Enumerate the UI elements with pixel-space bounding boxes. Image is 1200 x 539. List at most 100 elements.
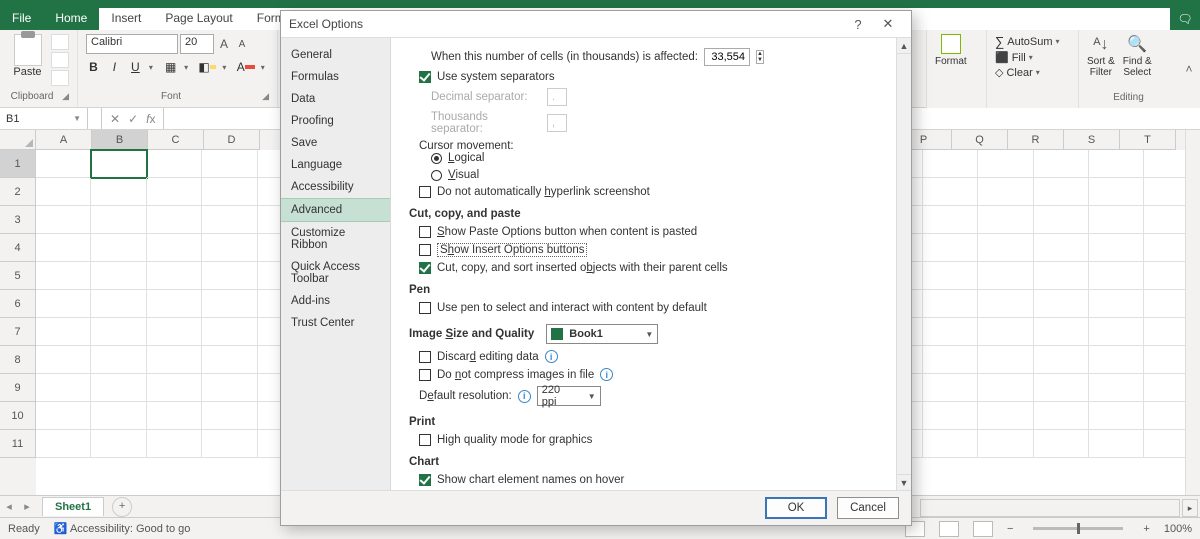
cell[interactable] — [1089, 402, 1144, 430]
collapse-ribbon-icon[interactable]: ˄ — [1178, 30, 1200, 108]
cell[interactable] — [202, 262, 257, 290]
cell[interactable] — [147, 178, 202, 206]
cell[interactable] — [978, 290, 1033, 318]
options-nav-item[interactable]: Accessibility — [281, 176, 390, 198]
options-nav-item[interactable]: Quick Access Toolbar — [281, 256, 390, 290]
cell[interactable] — [147, 290, 202, 318]
cursor-visual-radio[interactable] — [431, 170, 442, 181]
cell[interactable] — [1089, 430, 1144, 458]
options-nav-item[interactable]: Proofing — [281, 110, 390, 132]
find-select-button[interactable]: 🔍 Find & Select — [1123, 34, 1152, 78]
cell[interactable] — [1034, 374, 1089, 402]
column-header[interactable]: R — [1008, 130, 1064, 150]
options-nav-item[interactable]: Save — [281, 132, 390, 154]
cell[interactable] — [202, 206, 257, 234]
share-icon[interactable]: 🗨 — [1170, 8, 1200, 30]
options-nav-item[interactable]: Formulas — [281, 66, 390, 88]
options-nav-item[interactable]: General — [281, 44, 390, 66]
cell[interactable] — [1089, 150, 1144, 178]
cell[interactable] — [36, 150, 91, 178]
dialog-scrollbar[interactable]: ▲ ▼ — [896, 38, 911, 490]
paste-button[interactable]: Paste — [8, 34, 47, 86]
cell[interactable] — [923, 430, 978, 458]
cell[interactable] — [202, 318, 257, 346]
cut-copy-sort-checkbox[interactable] — [419, 262, 431, 274]
column-header[interactable]: C — [148, 130, 204, 150]
scroll-right-icon[interactable]: ▸ — [1182, 499, 1198, 517]
cell[interactable] — [978, 234, 1033, 262]
options-nav-item[interactable]: Advanced — [281, 198, 390, 222]
sheet-tab[interactable]: Sheet1 — [42, 497, 104, 516]
high-quality-checkbox[interactable] — [419, 434, 431, 446]
cell[interactable] — [1089, 290, 1144, 318]
column-header[interactable]: S — [1064, 130, 1120, 150]
vertical-scrollbar[interactable] — [1185, 130, 1200, 495]
cell[interactable] — [147, 262, 202, 290]
no-compress-checkbox[interactable] — [419, 369, 431, 381]
cell[interactable] — [978, 262, 1033, 290]
cell[interactable] — [1034, 234, 1089, 262]
cell[interactable] — [978, 318, 1033, 346]
cell[interactable] — [91, 430, 146, 458]
copy-button[interactable] — [51, 52, 69, 68]
column-header[interactable]: B — [92, 130, 148, 150]
cell[interactable] — [91, 374, 146, 402]
cells-affected-input[interactable] — [704, 48, 750, 66]
prev-sheet-icon[interactable]: ◂ — [0, 500, 18, 513]
tab-page-layout[interactable]: Page Layout — [153, 8, 244, 30]
cell[interactable] — [978, 402, 1033, 430]
zoom-out-button[interactable]: − — [1007, 523, 1013, 535]
zoom-in-button[interactable]: + — [1143, 523, 1149, 535]
use-pen-checkbox[interactable] — [419, 302, 431, 314]
tab-insert[interactable]: Insert — [99, 8, 153, 30]
default-resolution-combo[interactable]: 220 ppi▼ — [537, 386, 601, 406]
options-nav-item[interactable]: Language — [281, 154, 390, 176]
bold-button[interactable]: B — [86, 58, 101, 76]
cell[interactable] — [923, 234, 978, 262]
cell[interactable] — [978, 346, 1033, 374]
cell[interactable] — [91, 234, 146, 262]
row-header[interactable]: 11 — [0, 430, 36, 458]
cell[interactable] — [202, 290, 257, 318]
cut-button[interactable] — [51, 34, 69, 50]
cell[interactable] — [1089, 262, 1144, 290]
font-color-button[interactable]: A — [237, 58, 255, 76]
cell[interactable] — [1034, 430, 1089, 458]
decrease-font-icon[interactable]: A — [234, 36, 250, 52]
cell[interactable] — [147, 234, 202, 262]
increase-font-icon[interactable]: A — [216, 36, 232, 52]
row-header[interactable]: 2 — [0, 178, 36, 206]
cell[interactable] — [1089, 206, 1144, 234]
cell[interactable] — [91, 206, 146, 234]
cell[interactable] — [36, 346, 91, 374]
cell[interactable] — [1089, 178, 1144, 206]
cell[interactable] — [147, 318, 202, 346]
cell[interactable] — [1034, 346, 1089, 374]
close-button[interactable]: ✕ — [873, 16, 903, 32]
cell[interactable] — [1034, 150, 1089, 178]
cell[interactable] — [923, 206, 978, 234]
cell[interactable] — [91, 290, 146, 318]
scroll-down-icon[interactable]: ▼ — [897, 474, 911, 490]
cell[interactable] — [978, 178, 1033, 206]
cell[interactable] — [36, 374, 91, 402]
cell[interactable] — [91, 178, 146, 206]
font-size-combo[interactable]: 20 — [180, 34, 214, 54]
cell[interactable] — [202, 234, 257, 262]
cell[interactable] — [202, 374, 257, 402]
name-box[interactable]: B1▼ — [0, 108, 88, 129]
cell[interactable] — [923, 374, 978, 402]
cell[interactable] — [91, 346, 146, 374]
fill-color-button[interactable]: ◧ — [198, 58, 216, 76]
discard-editing-checkbox[interactable] — [419, 351, 431, 363]
info-icon[interactable]: i — [545, 350, 558, 363]
cell[interactable] — [147, 430, 202, 458]
options-nav-item[interactable]: Add-ins — [281, 290, 390, 312]
cell[interactable] — [923, 346, 978, 374]
cell[interactable] — [147, 402, 202, 430]
font-name-combo[interactable]: Calibri — [86, 34, 178, 54]
cell[interactable] — [1034, 290, 1089, 318]
cell[interactable] — [1089, 374, 1144, 402]
row-header[interactable]: 6 — [0, 290, 36, 318]
cell[interactable] — [36, 262, 91, 290]
